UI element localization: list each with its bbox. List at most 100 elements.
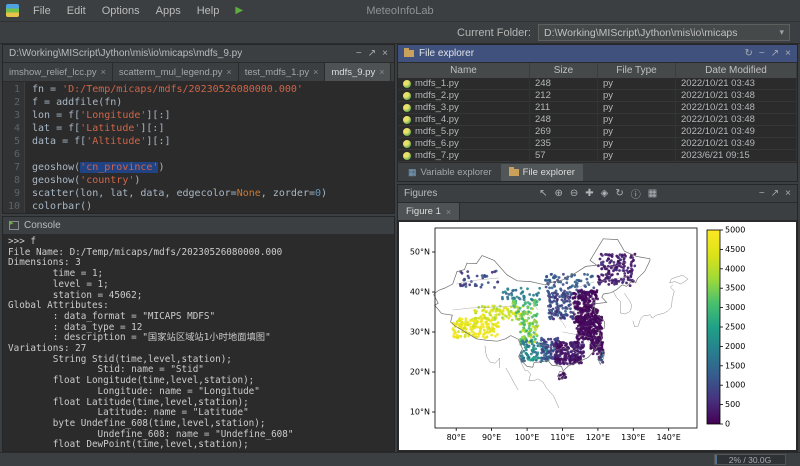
svg-text:50°N: 50°N <box>410 248 430 257</box>
svg-text:1500: 1500 <box>725 361 745 370</box>
variable-grid-icon: ▦ <box>408 167 417 178</box>
identify-icon[interactable]: ⓘ <box>631 186 641 201</box>
python-file-icon <box>403 152 411 160</box>
tab-close-icon[interactable]: × <box>446 207 451 217</box>
console-output[interactable]: >>> f File Name: D:/Temp/micaps/mdfs/202… <box>3 235 394 451</box>
editor-tab[interactable]: mdfs_9.py× <box>325 63 391 81</box>
tab-close-icon[interactable]: × <box>101 67 106 77</box>
minimize-icon[interactable]: − <box>759 188 765 199</box>
pan-icon[interactable]: ✚ <box>585 188 593 199</box>
code-lines[interactable]: fn = 'D:/Temp/micaps/mdfs/20230526080000… <box>25 82 394 213</box>
figures-toolbar: ↖ ⊕ ⊖ ✚ ◈ ↻ ⓘ ▦ <box>539 186 657 201</box>
column-header[interactable]: File Type <box>598 63 676 78</box>
file-name-cell: mdfs_2.py <box>398 90 530 101</box>
table-cell: 269 <box>530 126 598 137</box>
menu-item-file[interactable]: File <box>25 3 59 19</box>
current-folder-bar: Current Folder: D:\Working\MIScript\Jyth… <box>0 22 800 44</box>
table-cell: 2022/10/21 03:48 <box>676 90 797 101</box>
column-header[interactable]: Name <box>398 63 530 78</box>
current-folder-value: D:\Working\MIScript\Jython\mis\io\micaps <box>544 27 779 39</box>
full-extent-icon[interactable]: ◈ <box>601 188 609 199</box>
close-icon[interactable]: × <box>382 48 388 59</box>
float-icon[interactable]: ↗ <box>771 188 779 199</box>
current-folder-label: Current Folder: <box>457 27 531 39</box>
chevron-down-icon[interactable]: ▾ <box>779 27 784 38</box>
file-name-cell: mdfs_6.py <box>398 138 530 149</box>
bottom-tab-variable-explorer[interactable]: ▦Variable explorer <box>400 164 500 181</box>
figure-tab[interactable]: Figure 1 × <box>398 203 460 220</box>
folder-icon <box>404 50 414 57</box>
table-row[interactable]: mdfs_4.py248py2022/10/21 03:48 <box>398 114 797 126</box>
svg-text:4000: 4000 <box>725 264 745 273</box>
settings-icon[interactable]: ▦ <box>648 188 657 199</box>
table-cell: py <box>598 114 676 125</box>
editor-panel-header: D:\Working\MIScript\Jython\mis\io\micaps… <box>3 45 394 63</box>
svg-text:140°E: 140°E <box>657 433 681 442</box>
table-cell: 57 <box>530 150 598 161</box>
menu-item-edit[interactable]: Edit <box>59 3 94 19</box>
rotate-icon[interactable]: ↻ <box>615 188 623 199</box>
console-panel: Console >>> f File Name: D:/Temp/micaps/… <box>2 216 395 452</box>
memory-indicator[interactable]: 2% / 30.0G <box>714 454 786 465</box>
current-folder-select[interactable]: D:\Working\MIScript\Jython\mis\io\micaps… <box>538 24 790 41</box>
svg-text:80°E: 80°E <box>447 433 466 442</box>
float-icon[interactable]: ↗ <box>771 48 779 59</box>
editor-tab[interactable]: test_mdfs_1.py× <box>239 63 326 81</box>
float-icon[interactable]: ↗ <box>368 48 376 59</box>
menu-bar-items: FileEditOptionsAppsHelp <box>25 3 227 19</box>
figures-panel: Figures ↖⊕⊖✚◈↻ⓘ▦ − ↗ × Figure 1 × 80°E90… <box>397 184 798 452</box>
file-name-cell: mdfs_1.py <box>398 78 530 89</box>
close-icon[interactable]: × <box>785 48 791 59</box>
python-file-icon <box>403 128 411 136</box>
editor-tab[interactable]: imshow_relief_lcc.py× <box>3 63 113 81</box>
column-header[interactable]: Date Modified <box>676 63 797 78</box>
table-row[interactable]: mdfs_2.py212py2022/10/21 03:48 <box>398 90 797 102</box>
svg-text:2000: 2000 <box>725 342 745 351</box>
bottom-tab-file-explorer[interactable]: File explorer <box>501 164 583 181</box>
table-row[interactable]: mdfs_7.py57py2023/6/21 09:15 <box>398 150 797 162</box>
table-cell: py <box>598 78 676 89</box>
file-explorer-title: File explorer <box>419 48 474 59</box>
tab-close-icon[interactable]: × <box>226 67 231 77</box>
svg-text:500: 500 <box>725 400 740 409</box>
table-cell: 2022/10/21 03:48 <box>676 102 797 113</box>
table-row[interactable]: mdfs_5.py269py2022/10/21 03:49 <box>398 126 797 138</box>
refresh-icon[interactable]: ↻ <box>745 48 753 59</box>
table-row[interactable]: mdfs_3.py211py2022/10/21 03:48 <box>398 102 797 114</box>
console-panel-header: Console <box>3 217 394 235</box>
table-cell: 248 <box>530 114 598 125</box>
svg-text:120°E: 120°E <box>586 433 610 442</box>
table-cell: 2022/10/21 03:49 <box>676 138 797 149</box>
column-header[interactable]: Size <box>530 63 598 78</box>
code-editor: 12345678910 fn = 'D:/Temp/micaps/mdfs/20… <box>3 82 394 213</box>
file-table-header[interactable]: NameSizeFile TypeDate Modified <box>398 63 797 78</box>
table-row[interactable]: mdfs_1.py248py2022/10/21 03:43 <box>398 78 797 90</box>
tab-close-icon[interactable]: × <box>379 67 384 77</box>
svg-text:10°N: 10°N <box>410 408 430 417</box>
svg-text:40°N: 40°N <box>410 288 430 297</box>
menu-item-help[interactable]: Help <box>189 3 228 19</box>
figure-tab-label: Figure 1 <box>406 206 441 217</box>
python-file-icon <box>403 116 411 124</box>
figure-tab-bar: Figure 1 × <box>398 203 797 221</box>
status-bar: 2% / 30.0G <box>0 452 800 466</box>
figure-canvas[interactable]: 80°E90°E100°E110°E120°E130°E140°E10°N20°… <box>399 222 796 450</box>
file-table-rows: mdfs_1.py248py2022/10/21 03:43mdfs_2.py2… <box>398 78 797 162</box>
select-icon[interactable]: ↖ <box>539 188 547 199</box>
minimize-icon[interactable]: − <box>356 48 362 59</box>
run-icon[interactable]: ▶ <box>235 5 243 16</box>
table-cell: 2022/10/21 03:49 <box>676 126 797 137</box>
editor-tab[interactable]: scatterm_mul_legend.py× <box>113 63 239 81</box>
zoom-in-icon[interactable]: ⊕ <box>554 188 562 199</box>
minimize-icon[interactable]: − <box>759 48 765 59</box>
zoom-out-icon[interactable]: ⊖ <box>570 188 578 199</box>
svg-text:30°N: 30°N <box>410 328 430 337</box>
svg-text:110°E: 110°E <box>550 433 574 442</box>
figures-title: Figures <box>404 188 437 199</box>
menu-item-options[interactable]: Options <box>94 3 148 19</box>
close-icon[interactable]: × <box>785 188 791 199</box>
menu-item-apps[interactable]: Apps <box>148 3 189 19</box>
tab-close-icon[interactable]: × <box>313 67 318 77</box>
table-row[interactable]: mdfs_6.py235py2022/10/21 03:49 <box>398 138 797 150</box>
table-cell: 2022/10/21 03:43 <box>676 78 797 89</box>
